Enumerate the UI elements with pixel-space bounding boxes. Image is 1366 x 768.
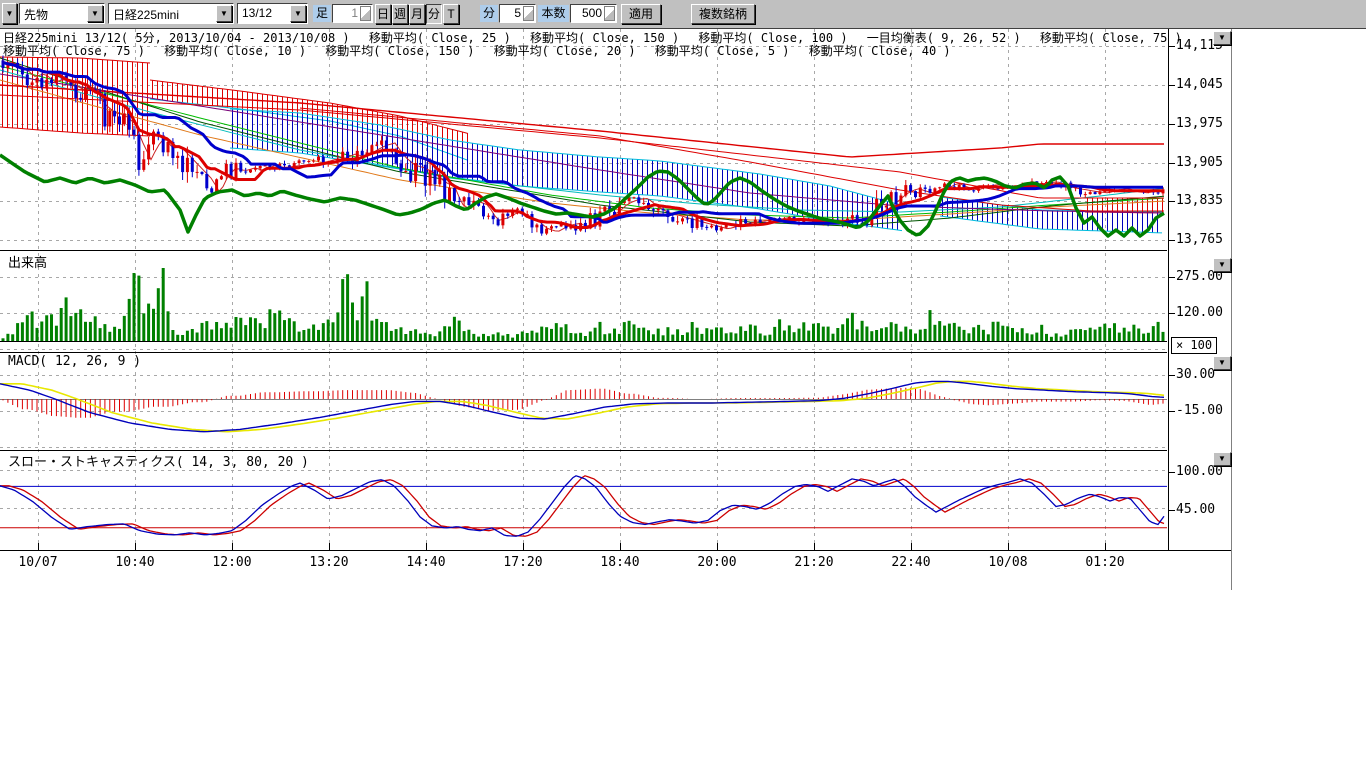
stoch-k-line [0, 476, 1164, 536]
chevron-down-icon: ▼ [216, 5, 232, 22]
bar-count-label: 本数 [538, 5, 569, 22]
y-axis-label: 13,905 [1176, 155, 1232, 170]
volume-panel-label: 出来高 [8, 252, 47, 271]
chart-canvas [0, 0, 1366, 768]
time-axis-label: 18:40 [592, 555, 648, 570]
volume-unit-multiplier: × 100 [1171, 337, 1217, 354]
panel-indicator-dropdown-button[interactable]: ▼ [1213, 258, 1231, 272]
panel-indicator-dropdown-button[interactable]: ▼ [1213, 356, 1231, 370]
symbol-select[interactable]: 日経225mini ▼ [108, 3, 234, 24]
spinner-icon[interactable] [523, 6, 534, 21]
macd-line [0, 381, 1164, 431]
time-axis-label: 20:00 [689, 555, 745, 570]
time-axis-label: 12:00 [204, 555, 260, 570]
period-tick-button[interactable]: T [443, 4, 459, 24]
time-axis-label: 10:40 [107, 555, 163, 570]
y-axis-label: 120.00 [1176, 305, 1232, 320]
bar-count-input[interactable]: 500 [570, 4, 617, 23]
y-axis-label: -15.00 [1176, 403, 1232, 418]
time-axis-label: 01:20 [1077, 555, 1133, 570]
contract-month-select[interactable]: 13/12 ▼ [237, 3, 308, 24]
panel-indicator-dropdown-button[interactable]: ▼ [1213, 452, 1231, 466]
toolbar: ▼ 先物 ▼ 日経225mini ▼ 13/12 ▼ 足 1 日 週 月 分 T… [0, 0, 1366, 29]
plot-area [0, 29, 1167, 550]
y-axis-label: 13,835 [1176, 193, 1232, 208]
volume-layer [2, 268, 1165, 341]
bar-type-label: 足 [313, 5, 331, 22]
minutes-value: 5 [514, 6, 521, 20]
stochastics-panel-label: スロー・ストキャスティクス( 14, 3, 80, 20 ) [8, 451, 309, 470]
period-week-button[interactable]: 週 [392, 4, 408, 24]
time-axis-label: 14:40 [398, 555, 454, 570]
macd-signal-line [0, 381, 1164, 431]
y-axis-label: 13,975 [1176, 116, 1232, 131]
bar-interval-value: 1 [351, 6, 358, 20]
time-axis-label: 10/08 [980, 555, 1036, 570]
y-axis-label: 100.00 [1176, 464, 1232, 479]
minutes-label: 分 [480, 5, 498, 22]
time-axis-label: 21:20 [786, 555, 842, 570]
y-axis-label: 13,765 [1176, 232, 1232, 247]
period-day-button[interactable]: 日 [375, 4, 391, 24]
time-axis-label: 22:40 [883, 555, 939, 570]
time-axis-label: 10/07 [10, 555, 66, 570]
multi-symbol-button[interactable]: 複数銘柄 [691, 4, 755, 24]
trading-app-window: ▼ 先物 ▼ 日経225mini ▼ 13/12 ▼ 足 1 日 週 月 分 T… [0, 0, 1366, 768]
period-month-button[interactable]: 月 [409, 4, 425, 24]
contract-month-select-value: 13/12 [242, 6, 272, 20]
collapsed-combo-button[interactable]: ▼ [2, 3, 17, 24]
minutes-input[interactable]: 5 [499, 4, 536, 23]
period-minute-button[interactable]: 分 [426, 4, 442, 24]
chevron-down-icon: ▼ [87, 5, 103, 22]
market-select-value: 先物 [24, 6, 48, 23]
y-axis-label: 45.00 [1176, 502, 1232, 517]
time-axis-label: 17:20 [495, 555, 551, 570]
chevron-down-icon: ▼ [290, 5, 306, 22]
time-axis-label: 13:20 [301, 555, 357, 570]
spinner-icon[interactable] [604, 6, 615, 21]
y-axis-label: 14,045 [1176, 77, 1232, 92]
bar-interval-input[interactable]: 1 [332, 4, 373, 23]
stoch-d-line [0, 476, 1164, 536]
market-select[interactable]: 先物 ▼ [19, 3, 105, 24]
apply-button[interactable]: 適用 [621, 4, 661, 24]
chart-legend-row-2: 移動平均( Close, 75 ) 移動平均( Close, 10 ) 移動平均… [3, 42, 951, 59]
spinner-icon[interactable] [360, 6, 371, 21]
symbol-select-value: 日経225mini [113, 6, 179, 23]
macd-panel-label: MACD( 12, 26, 9 ) [8, 354, 141, 369]
panel-indicator-dropdown-button[interactable]: ▼ [1213, 31, 1231, 45]
bar-count-value: 500 [582, 6, 602, 20]
macd-histogram [3, 388, 1163, 418]
chevron-down-icon: ▼ [6, 9, 14, 18]
